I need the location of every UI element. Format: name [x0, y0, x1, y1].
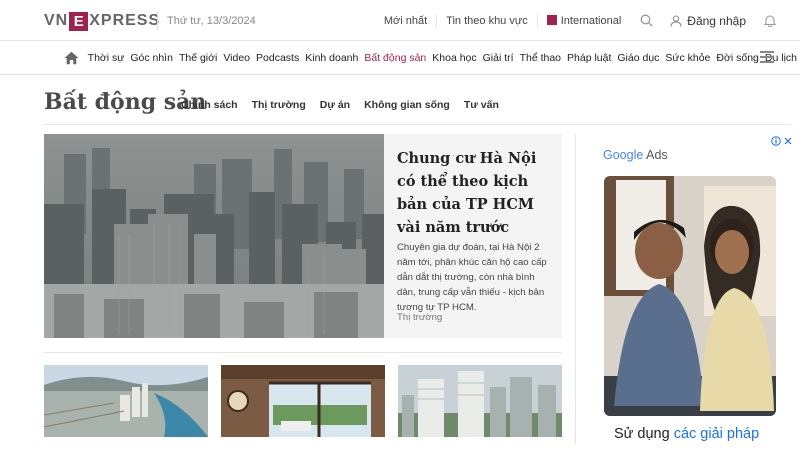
featured-photo[interactable]	[44, 134, 384, 338]
city-skyline-image	[44, 134, 384, 338]
nav-item-the-gioi[interactable]: Thế giới	[176, 52, 220, 64]
home-icon	[64, 51, 79, 64]
international-icon	[546, 14, 557, 25]
subnav-chinh-sach[interactable]: Chính sách	[181, 99, 238, 111]
subnav-khong-gian-song[interactable]: Không gian sống	[364, 99, 450, 111]
column-divider	[575, 134, 576, 444]
main-nav: Thời sự Góc nhìn Thế giới Video Podcasts…	[0, 41, 800, 75]
section-subnav: Chính sách Thị trường Dự án Không gian s…	[181, 99, 513, 111]
login-button[interactable]: Đăng nhập	[662, 14, 754, 28]
subnav-thi-truong[interactable]: Thị trường	[252, 99, 306, 111]
article-thumbnail-interior[interactable]	[221, 365, 385, 437]
subnav-du-an[interactable]: Dự án	[320, 99, 350, 111]
article-thumbnail-towers[interactable]	[398, 365, 562, 437]
logo-text-left: VN	[44, 12, 69, 29]
ad-caption-link[interactable]: các giải pháp	[674, 426, 759, 442]
bell-icon	[764, 15, 776, 27]
menu-icon[interactable]	[760, 51, 774, 63]
top-bar: VN E XPRESS Thứ tư, 13/3/2024 Mới nhất T…	[0, 0, 800, 41]
interior-room-image	[221, 365, 385, 437]
nav-item-goc-nhin[interactable]: Góc nhìn	[127, 52, 176, 64]
international-label: International	[560, 14, 622, 27]
subnav-tu-van[interactable]: Tư vấn	[464, 99, 499, 111]
top-separator	[157, 12, 158, 30]
international-link[interactable]: International	[538, 14, 631, 28]
google-ads-label: Google Ads	[603, 148, 668, 162]
section-divider	[44, 124, 791, 125]
nav-item-bat-dong-san[interactable]: Bất động sản	[361, 52, 429, 64]
ad-caption[interactable]: Sử dụng các giải pháp	[614, 426, 759, 442]
content-divider	[44, 352, 562, 353]
regional-news-link[interactable]: Tin theo khu vực	[437, 13, 538, 28]
login-label: Đăng nhập	[687, 13, 746, 28]
current-date: Thứ tư, 13/3/2024	[167, 15, 256, 27]
google-wordmark: Google	[603, 148, 644, 162]
ad-image[interactable]	[604, 176, 776, 416]
logo-text-right: XPRESS	[89, 12, 161, 29]
ad-info-controls[interactable]	[771, 136, 793, 146]
nav-item-thoi-su[interactable]: Thời sự	[85, 52, 128, 64]
featured-category[interactable]: Thị trường	[397, 312, 442, 323]
logo-box: E	[69, 11, 89, 31]
nav-item-podcasts[interactable]: Podcasts	[253, 52, 302, 64]
nav-item-phap-luat[interactable]: Pháp luật	[564, 52, 614, 64]
nav-item-suc-khoe[interactable]: Sức khỏe	[662, 52, 713, 64]
apartment-towers-image	[398, 365, 562, 437]
search-icon	[640, 14, 653, 27]
nav-item-giao-duc[interactable]: Giáo dục	[614, 52, 662, 64]
search-button[interactable]	[634, 9, 658, 33]
vnexpress-logo[interactable]: VN E XPRESS	[44, 11, 160, 31]
nav-item-kinh-doanh[interactable]: Kinh doanh	[302, 52, 361, 64]
ads-wordmark: Ads	[646, 148, 668, 162]
notification-button[interactable]	[758, 9, 782, 33]
nav-item-video[interactable]: Video	[220, 52, 253, 64]
ad-caption-text: Sử dụng	[614, 426, 674, 442]
ad-photo-people	[604, 176, 776, 416]
article-thumbnail-coast[interactable]	[44, 365, 208, 437]
nav-item-the-thao[interactable]: Thể thao	[517, 52, 564, 64]
featured-summary: Chuyên gia dự đoán, tại Hà Nội 2 năm tới…	[397, 242, 547, 313]
latest-news-link[interactable]: Mới nhất	[375, 13, 438, 28]
close-ad-icon	[784, 137, 792, 145]
adchoices-icon	[771, 136, 781, 146]
nav-item-doi-song[interactable]: Đời sống	[713, 52, 762, 64]
nav-item-giai-tri[interactable]: Giải trí	[480, 52, 517, 64]
user-icon	[670, 14, 682, 27]
home-button[interactable]	[63, 49, 81, 67]
featured-headline[interactable]: Chung cư Hà Nội có thể theo kịch bản của…	[397, 147, 553, 239]
coastal-city-image	[44, 365, 208, 437]
nav-item-khoa-hoc[interactable]: Khoa học	[429, 52, 479, 64]
top-links: Mới nhất Tin theo khu vực International …	[375, 0, 786, 41]
